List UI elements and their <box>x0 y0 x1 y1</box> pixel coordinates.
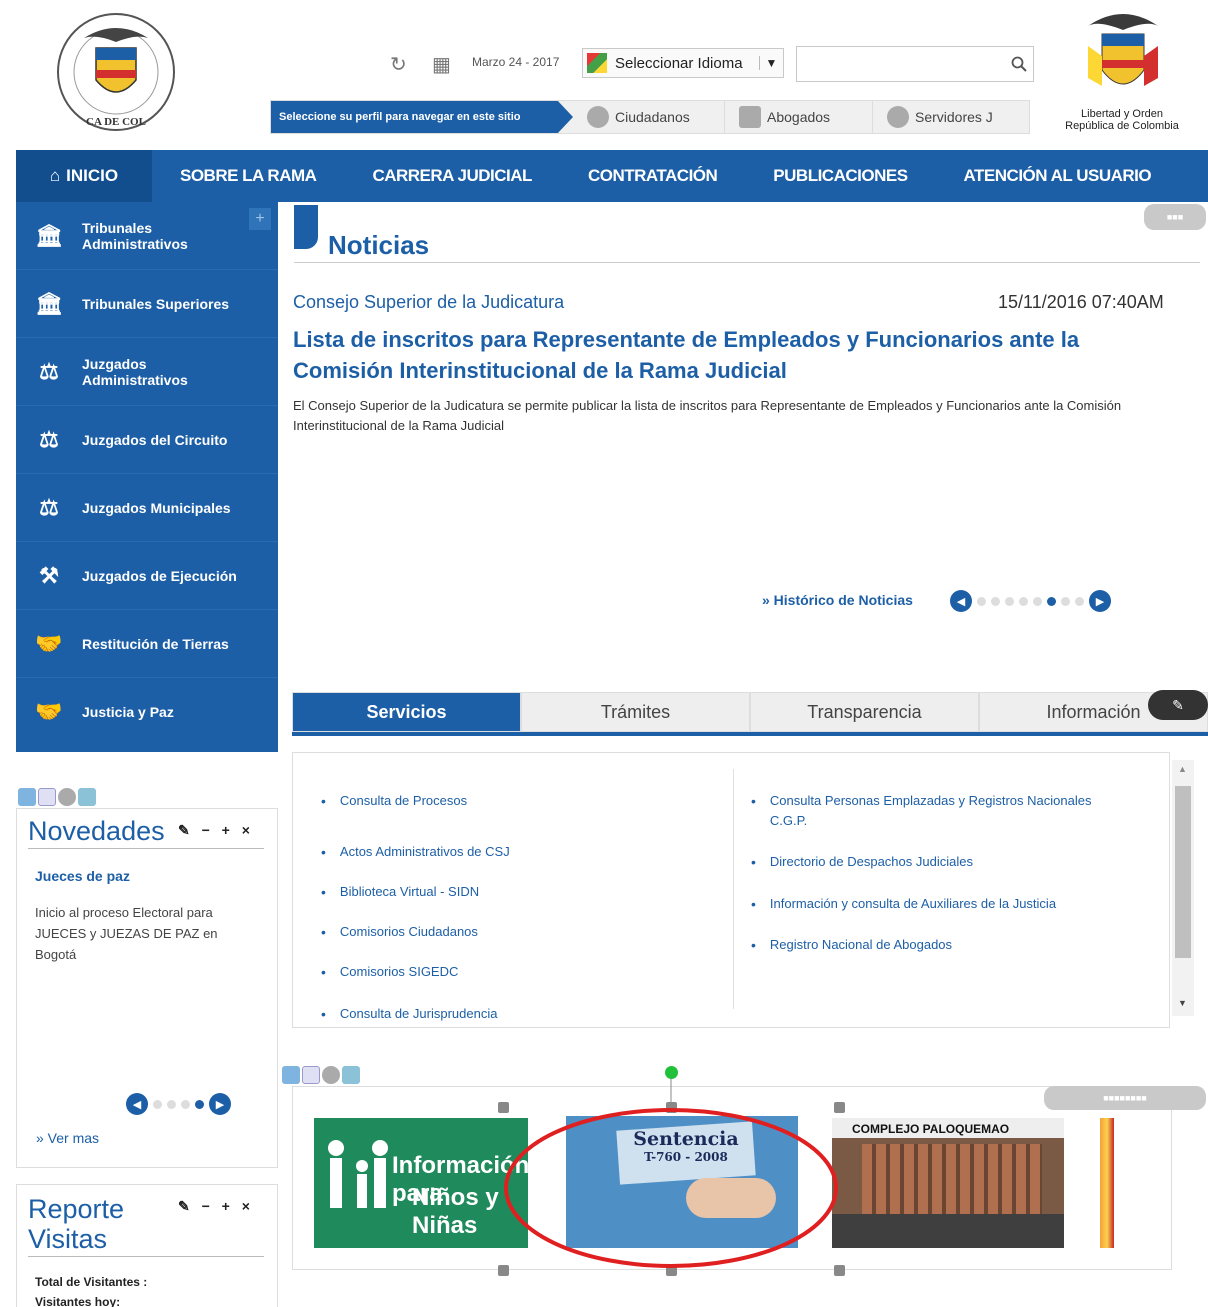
annotation-overlay <box>504 1079 838 1268</box>
highlight-ellipse <box>504 1108 838 1268</box>
